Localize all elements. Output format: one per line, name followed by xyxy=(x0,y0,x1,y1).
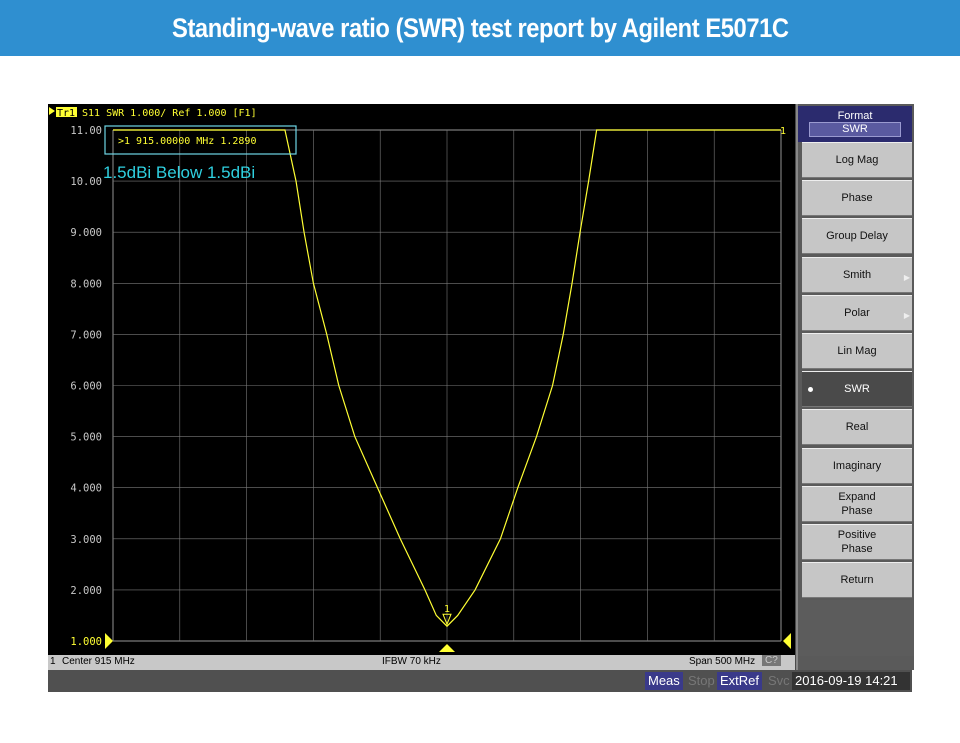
softkey-polar[interactable]: Polar ▶ xyxy=(802,294,912,331)
softkey-log-mag[interactable]: Log Mag xyxy=(802,142,912,178)
extref-indicator: ExtRef xyxy=(717,672,763,690)
reference-right-arrow-icon xyxy=(783,633,791,649)
softkey-label: SWR xyxy=(844,383,870,396)
softkey-panel: Format SWR Log Mag Phase Group Delay Smith ▶… xyxy=(796,104,914,670)
softkey-swr[interactable]: SWR xyxy=(802,371,912,408)
y-tick-label: 11.00 xyxy=(70,125,102,137)
y-tick-label: 3.000 xyxy=(70,534,102,546)
softkey-label: Polar xyxy=(844,306,870,319)
softkey-label: Return xyxy=(840,574,874,587)
trace-header: S11 SWR 1.000/ Ref 1.000 [F1] xyxy=(82,108,257,119)
menu-title: Format xyxy=(837,110,873,122)
ifbw[interactable]: IFBW 70 kHz xyxy=(382,656,441,667)
softkey-label: Group Delay xyxy=(826,230,888,243)
instrument-status-bar: Meas Stop ExtRef Svc 2016-09-19 14:21 xyxy=(48,670,912,692)
selected-dot-icon xyxy=(808,387,813,393)
stop-indicator: Stop xyxy=(688,673,715,688)
y-tick-label: 6.000 xyxy=(70,381,102,393)
y-tick-label: 7.000 xyxy=(70,329,102,341)
report-title-text: Standing-wave ratio (SWR) test report by… xyxy=(171,13,789,43)
cal-status: C? xyxy=(762,655,781,666)
analyzer-window: Tr1 S11 SWR 1.000/ Ref 1.000 [F1] 11.00 1… xyxy=(48,104,914,692)
channel-number: 1 xyxy=(50,656,56,667)
softkey-label: Phase xyxy=(841,192,873,205)
softkey-label: Imaginary xyxy=(832,459,882,472)
softkey-label: Smith xyxy=(842,268,872,281)
softkey-smith[interactable]: Smith ▶ xyxy=(802,256,912,293)
report-title: Standing-wave ratio (SWR) test report by… xyxy=(0,0,960,56)
softkey-label: Positive Phase xyxy=(837,529,877,555)
y-tick-label: 9.000 xyxy=(70,227,102,239)
softkey-positive-phase[interactable]: Positive Phase xyxy=(802,524,912,560)
plot-screen: Tr1 S11 SWR 1.000/ Ref 1.000 [F1] 11.00 1… xyxy=(48,104,795,670)
softkey-label: Lin Mag xyxy=(837,345,877,357)
meas-indicator: Meas xyxy=(645,672,683,690)
trace-label[interactable]: Tr1 xyxy=(57,108,75,119)
annotation-label: 1.5dBi Below 1.5dBi xyxy=(103,163,255,182)
y-tick-label: 1.000 xyxy=(70,636,102,648)
softkey-expand-phase[interactable]: Expand Phase xyxy=(802,485,912,522)
trace-end-label: 1 xyxy=(780,126,786,137)
channel-status-bar: 1 Center 915 MHz IFBW 70 kHz Span 500 MH… xyxy=(48,655,795,670)
softkey-real[interactable]: Real xyxy=(802,409,912,446)
reference-left-arrow-icon xyxy=(105,633,113,649)
datetime: 2016-09-19 14:21 xyxy=(792,672,910,690)
y-tick-label: 8.000 xyxy=(70,278,102,290)
y-tick-label: 5.000 xyxy=(70,432,102,444)
softkey-label: Real xyxy=(845,421,869,434)
softkey-label: Log Mag xyxy=(835,154,879,166)
submenu-arrow-icon: ▶ xyxy=(903,272,910,282)
softkey-label: Expand Phase xyxy=(838,490,876,517)
y-tick-label: 2.000 xyxy=(70,585,102,597)
marker-position-icon xyxy=(439,644,455,652)
submenu-arrow-icon: ▶ xyxy=(903,310,910,320)
softkey-return[interactable]: Return xyxy=(802,562,912,599)
softkey-phase[interactable]: Phase xyxy=(802,180,912,217)
span-frequency[interactable]: Span 500 MHz xyxy=(689,656,755,667)
softkey-group-delay[interactable]: Group Delay xyxy=(802,218,912,255)
y-tick-label: 4.000 xyxy=(70,483,102,495)
y-tick-label: 10.00 xyxy=(70,176,102,188)
svc-indicator: Svc xyxy=(768,673,790,688)
active-trace-arrow-icon xyxy=(49,107,55,115)
selected-format: SWR xyxy=(809,122,901,137)
softkey-lin-mag[interactable]: Lin Mag xyxy=(802,333,912,369)
softkey-blank xyxy=(798,600,914,656)
softkey-imaginary[interactable]: Imaginary xyxy=(802,447,912,484)
format-menu-header: Format SWR xyxy=(798,106,912,142)
marker-readout: >1 915.00000 MHz 1.2890 xyxy=(118,136,256,147)
swr-chart: Tr1 S11 SWR 1.000/ Ref 1.000 [F1] 11.00 1… xyxy=(49,107,791,652)
marker-label: 1 xyxy=(444,604,450,615)
center-frequency[interactable]: Center 915 MHz xyxy=(62,656,135,667)
